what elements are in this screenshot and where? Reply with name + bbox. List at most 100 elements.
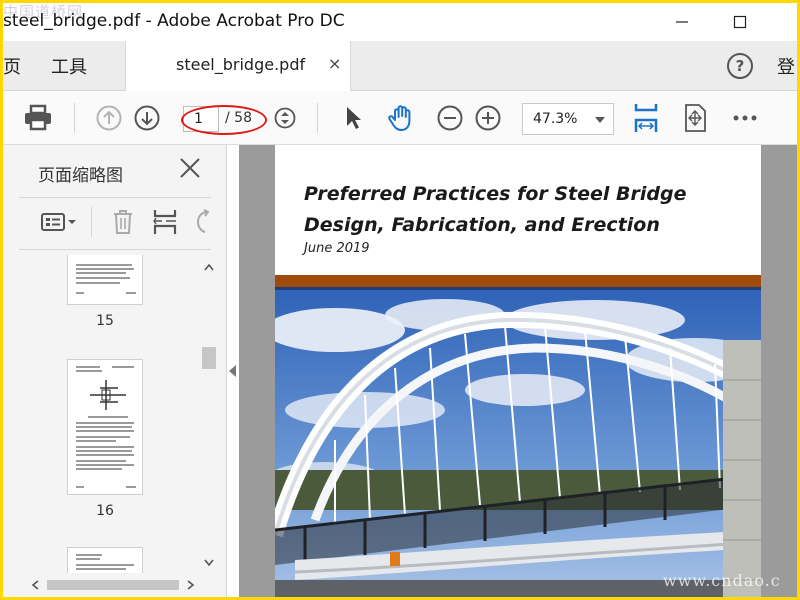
login-button[interactable]: 登 (777, 53, 795, 79)
ellipsis-icon (733, 115, 757, 121)
minimize-icon (676, 21, 688, 23)
text-line (76, 564, 134, 566)
document-tab-label: steel_bridge.pdf (176, 55, 306, 74)
previous-page-button[interactable] (93, 102, 125, 134)
zoom-out-button[interactable] (434, 102, 466, 134)
document-page: Preferred Practices for Steel Bridge Des… (275, 145, 761, 597)
insert-page-icon (153, 210, 177, 234)
maximize-icon (733, 15, 747, 29)
text-line (76, 468, 122, 470)
page-fit-button[interactable] (679, 102, 711, 134)
fit-width-icon (634, 104, 658, 132)
zoom-select[interactable]: 47.3% (522, 103, 614, 135)
minus-circle-icon (437, 105, 463, 131)
rotate-page-button[interactable] (193, 207, 213, 237)
hand-tool-button[interactable] (385, 102, 417, 134)
tab-home[interactable]: 页 (3, 53, 21, 79)
horizontal-scroll-thumb[interactable] (47, 580, 179, 590)
delete-pages-button[interactable] (109, 207, 137, 237)
hand-icon (388, 105, 411, 131)
acrobat-window: 中国道桥网 steel_bridge.pdf - Adobe Acrobat P… (3, 3, 797, 597)
zoom-value: 47.3% (533, 111, 578, 127)
site-watermark-bottom: www.cndao.c (663, 571, 781, 590)
text-line (76, 272, 126, 274)
close-tab-button[interactable]: × (328, 54, 341, 73)
fit-width-button[interactable] (630, 102, 662, 134)
rotate-icon (196, 209, 210, 233)
window-title: steel_bridge.pdf - Adobe Acrobat Pro DC (3, 11, 345, 31)
text-line (76, 446, 134, 448)
trash-icon (114, 210, 132, 234)
text-line (126, 486, 136, 488)
text-line (76, 436, 130, 438)
document-title: Preferred Practices for Steel Bridge Des… (304, 183, 687, 236)
chevron-up-icon[interactable] (204, 263, 214, 271)
thumbnail-vertical-scrollbar[interactable] (199, 257, 219, 573)
close-icon (180, 158, 200, 178)
more-tools-button[interactable] (729, 102, 761, 134)
text-line (126, 292, 136, 294)
chevron-left-icon[interactable] (31, 580, 39, 590)
panel-toolbar-divider (91, 207, 92, 237)
text-line (76, 568, 126, 570)
thumbnails-panel: 页面缩略图 15 16 (3, 145, 227, 597)
chevron-right-icon[interactable] (187, 580, 195, 590)
panel-title: 页面缩略图 (38, 166, 123, 186)
text-line (76, 486, 84, 488)
zoom-in-button[interactable] (472, 102, 504, 134)
text-line (112, 366, 134, 368)
thumbnail-list: 15 16 (3, 255, 199, 573)
text-line (88, 416, 128, 418)
annotation-circle (181, 105, 267, 135)
arrow-down-circle-icon (134, 105, 160, 131)
text-line (76, 464, 134, 466)
vertical-scroll-thumb[interactable] (202, 347, 216, 369)
panel-divider (19, 197, 211, 198)
text-line (76, 554, 102, 556)
insert-pages-button[interactable] (151, 207, 179, 237)
page-thumbnail-16[interactable] (67, 359, 143, 495)
text-line (76, 282, 120, 284)
tab-tools[interactable]: 工具 (51, 53, 87, 79)
toolbar-divider (74, 103, 75, 133)
page-thumbnail-17[interactable] (67, 547, 143, 573)
text-line (76, 430, 134, 432)
text-line (76, 440, 116, 442)
collapse-panel-icon[interactable] (229, 365, 236, 377)
plus-circle-icon (475, 105, 501, 131)
page-thumbnail-15[interactable] (67, 255, 143, 305)
text-line (76, 268, 134, 270)
fit-page-icon (685, 104, 706, 132)
help-icon[interactable]: ? (727, 53, 753, 79)
document-view[interactable]: Preferred Practices for Steel Bridge Des… (239, 145, 797, 597)
minimize-button[interactable] (659, 7, 705, 37)
thumbnail-horizontal-scrollbar[interactable] (27, 575, 199, 595)
toolbar: 1 / 58 47.3% (3, 91, 797, 145)
text-line (76, 426, 132, 428)
select-tool-button[interactable] (337, 102, 369, 134)
printer-icon (25, 104, 51, 131)
text-line (76, 292, 84, 294)
document-date: June 2019 (304, 241, 370, 256)
text-line (76, 460, 126, 462)
title-bar: 中国道桥网 steel_bridge.pdf - Adobe Acrobat P… (3, 3, 797, 41)
next-page-button[interactable] (131, 102, 163, 134)
tab-document[interactable]: steel_bridge.pdf × (125, 41, 351, 91)
thumbnail-label: 16 (96, 503, 114, 519)
tab-bar: 页 工具 steel_bridge.pdf × ? 登 (3, 41, 797, 91)
maximize-button[interactable] (717, 7, 763, 37)
text-line (76, 558, 100, 560)
print-button[interactable] (22, 102, 54, 134)
thumbnail-options-button[interactable] (39, 207, 79, 237)
panel-divider (19, 249, 211, 250)
chevron-down-icon[interactable] (204, 559, 214, 567)
diagram-sketch (90, 380, 126, 410)
close-panel-button[interactable] (179, 157, 201, 184)
up-down-circle-icon (274, 107, 296, 129)
page-stepper-button[interactable] (269, 102, 301, 134)
text-line (76, 370, 102, 372)
toolbar-divider (317, 103, 318, 133)
text-line (76, 422, 134, 424)
thumbnail-label: 15 (96, 313, 114, 329)
text-line (76, 450, 132, 452)
